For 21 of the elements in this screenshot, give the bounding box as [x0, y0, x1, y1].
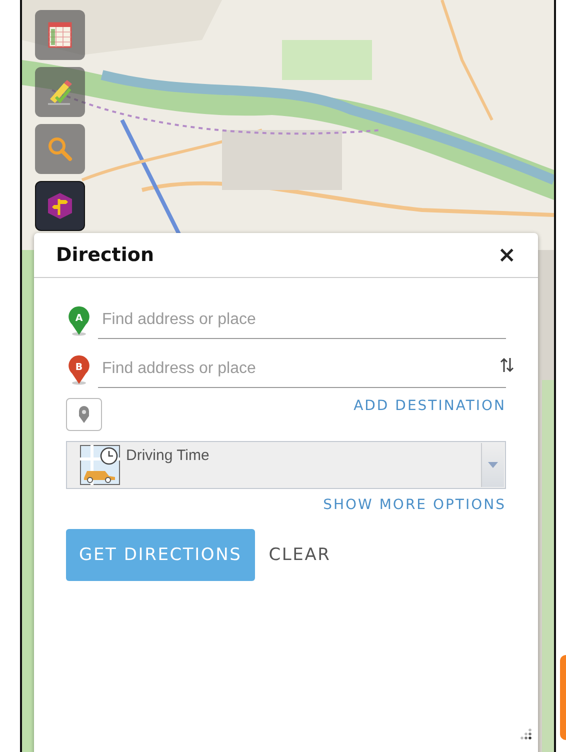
show-more-options-link[interactable]: SHOW MORE OPTIONS: [323, 497, 506, 513]
address-field[interactable]: Find address or place: [98, 351, 506, 388]
side-tab[interactable]: [560, 655, 566, 740]
signpost-icon: [47, 192, 73, 220]
panel-title: Direction: [56, 244, 154, 266]
travel-mode-value: Driving Time: [126, 446, 210, 466]
add-destination-link[interactable]: ADD DESTINATION: [354, 398, 506, 414]
travel-mode-dropdown[interactable]: Driving Time: [66, 441, 506, 489]
clear-button[interactable]: CLEAR: [268, 545, 331, 565]
swap-icon[interactable]: [500, 357, 514, 373]
close-button[interactable]: ×: [496, 242, 518, 268]
pin-button[interactable]: [66, 398, 102, 431]
address-field[interactable]: Find address or place: [98, 302, 506, 339]
pin-icon: [78, 406, 90, 424]
search-icon: [47, 136, 73, 162]
pencil-icon: [46, 79, 74, 105]
toolbar-button[interactable]: [35, 181, 85, 231]
table-icon: [48, 22, 72, 48]
resize-grip-icon[interactable]: [520, 728, 532, 740]
caret-icon: [488, 462, 498, 468]
car-clock-icon: [80, 445, 120, 485]
